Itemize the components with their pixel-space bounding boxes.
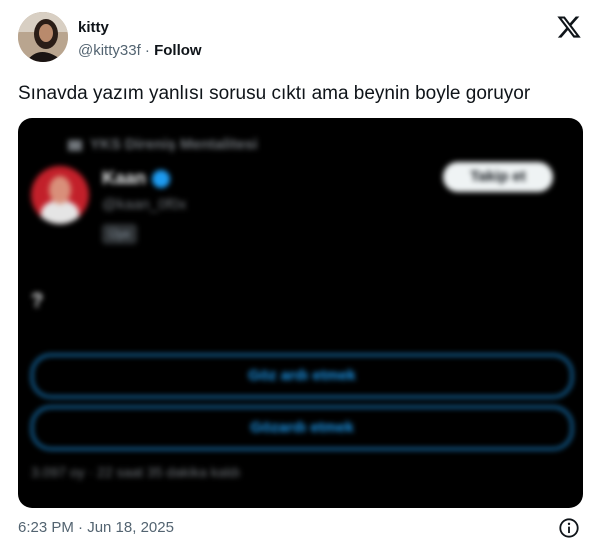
poll-breadcrumb-label: YKS Direniş Mentalitesi (90, 136, 258, 153)
separator: · (140, 42, 155, 59)
poll-meta: 3.097 oy · 22 saat 35 dakika kaldı (31, 464, 241, 480)
x-logo-icon[interactable] (556, 14, 582, 40)
tweet-media[interactable]: YKS Direniş Mentalitesi Kaan @kaan_0f0x … (18, 118, 583, 508)
author-handle-row: @kitty33f · Follow (78, 41, 202, 61)
poll-author-name-row: Kaan (102, 168, 171, 189)
author-name[interactable]: kitty (78, 18, 202, 37)
poll-follow-button: Takip et (443, 162, 553, 192)
poll-author-avatar (31, 166, 89, 224)
poll-author-badge: Üye (102, 224, 138, 244)
tweet-text: Sınavda yazım yanlısı sorusu cıktı ama b… (18, 83, 531, 104)
poll-option-1: Göz ardı etmek (31, 354, 573, 398)
avatar-image (18, 12, 68, 62)
author-handle[interactable]: @kitty33f (78, 42, 141, 59)
follow-link[interactable]: Follow (154, 42, 202, 59)
poll-author-name: Kaan (102, 168, 147, 188)
poll-breadcrumb: YKS Direniş Mentalitesi (68, 136, 258, 153)
poll-option-2: Gözardı etmek (31, 406, 573, 450)
community-icon (68, 139, 82, 151)
poll-author-handle: @kaan_0f0x (102, 196, 187, 213)
verified-badge-icon (152, 170, 171, 189)
poll-question: ? (31, 290, 44, 312)
author-avatar[interactable] (18, 12, 68, 62)
author-info: kitty @kitty33f · Follow (78, 18, 202, 61)
tweet-timestamp[interactable]: 6:23 PM · Jun 18, 2025 (18, 519, 174, 536)
info-icon[interactable] (558, 517, 580, 539)
